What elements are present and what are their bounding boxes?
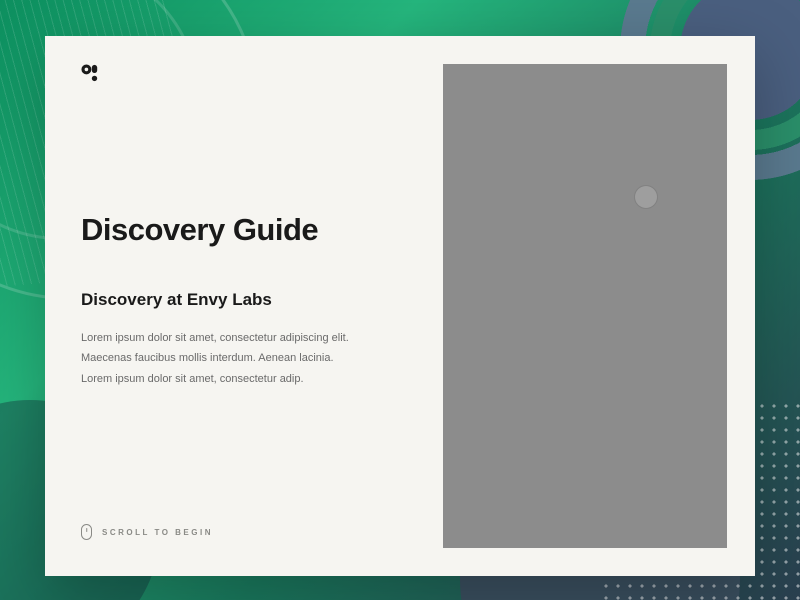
brand-logo-icon bbox=[81, 64, 99, 82]
hero-card: Discovery Guide Discovery at Envy Labs L… bbox=[45, 36, 755, 576]
hero-content: Discovery Guide Discovery at Envy Labs L… bbox=[45, 36, 443, 576]
page-subtitle: Discovery at Envy Labs bbox=[81, 290, 407, 310]
scroll-cue-label: SCROLL TO BEGIN bbox=[102, 528, 213, 537]
page-title: Discovery Guide bbox=[81, 212, 407, 248]
page-body: Lorem ipsum dolor sit amet, consectetur … bbox=[81, 328, 361, 389]
mouse-icon bbox=[81, 524, 92, 540]
image-marker-dot bbox=[635, 186, 657, 208]
hero-image-placeholder bbox=[443, 64, 727, 548]
hero-image-area bbox=[443, 36, 755, 576]
scroll-cue[interactable]: SCROLL TO BEGIN bbox=[81, 524, 213, 540]
